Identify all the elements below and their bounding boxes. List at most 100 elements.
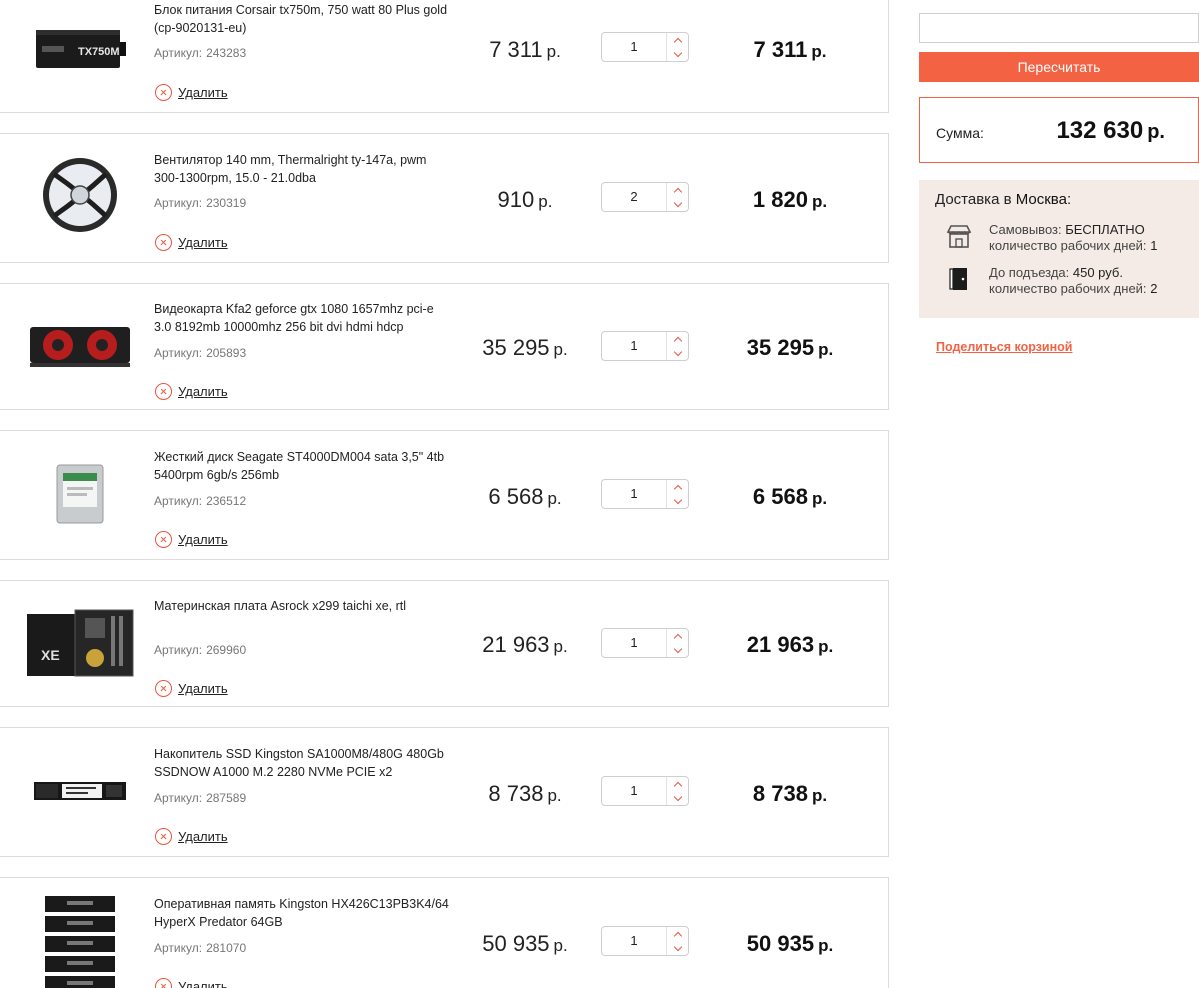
quantity-stepper[interactable]: 1 bbox=[601, 926, 689, 956]
item-total: 8 738 р. bbox=[752, 781, 828, 806]
delete-button[interactable]: Удалить bbox=[155, 84, 228, 101]
chevron-up-icon bbox=[673, 37, 683, 46]
cart-item: Жесткий диск Seagate ST4000DM004 sata 3,… bbox=[0, 430, 889, 560]
cart-item: Накопитель SSD Kingston SA1000M8/480G 48… bbox=[0, 727, 889, 857]
item-name[interactable]: Блок питания Corsair tx750m, 750 watt 80… bbox=[154, 1, 454, 37]
quantity-decrease-button[interactable] bbox=[667, 47, 689, 61]
svg-text:XE: XE bbox=[41, 647, 60, 663]
item-price: 35 295 р. bbox=[482, 335, 568, 360]
delete-label: Удалить bbox=[178, 681, 228, 696]
delete-icon bbox=[155, 84, 172, 101]
item-total: 1 820 р. bbox=[752, 187, 828, 212]
chevron-up-icon bbox=[673, 336, 683, 345]
delete-label: Удалить bbox=[178, 384, 228, 399]
cart-item: Видеокарта Kfa2 geforce gtx 1080 1657mhz… bbox=[0, 283, 889, 410]
item-price: 6 568 р. bbox=[488, 484, 562, 509]
ram-image[interactable] bbox=[20, 892, 140, 988]
delete-button[interactable]: Удалить bbox=[155, 828, 228, 845]
delivery-city[interactable]: Москва bbox=[1016, 191, 1067, 208]
delete-icon bbox=[155, 828, 172, 845]
quantity-increase-button[interactable] bbox=[667, 629, 689, 643]
delete-icon bbox=[155, 383, 172, 400]
quantity-stepper[interactable]: 1 bbox=[601, 32, 689, 62]
quantity-input[interactable]: 1 bbox=[602, 332, 666, 360]
quantity-increase-button[interactable] bbox=[667, 332, 689, 346]
quantity-input[interactable]: 1 bbox=[602, 777, 666, 805]
chevron-down-icon bbox=[673, 644, 683, 653]
sum-label: Сумма: bbox=[936, 125, 984, 141]
quantity-input[interactable]: 1 bbox=[602, 480, 666, 508]
quantity-stepper[interactable]: 1 bbox=[601, 331, 689, 361]
item-price: 7 311 р. bbox=[489, 37, 561, 62]
quantity-decrease-button[interactable] bbox=[667, 197, 689, 211]
quantity-decrease-button[interactable] bbox=[667, 941, 689, 955]
hard-drive-image[interactable] bbox=[20, 449, 140, 539]
chevron-down-icon bbox=[673, 792, 683, 801]
quantity-input[interactable]: 1 bbox=[602, 927, 666, 955]
share-cart-link[interactable]: Поделиться корзиной bbox=[936, 340, 1072, 354]
quantity-increase-button[interactable] bbox=[667, 927, 689, 941]
quantity-input[interactable]: 1 bbox=[602, 33, 666, 61]
quantity-decrease-button[interactable] bbox=[667, 346, 689, 360]
quantity-stepper[interactable]: 1 bbox=[601, 628, 689, 658]
quantity-increase-button[interactable] bbox=[667, 183, 689, 197]
fan-image[interactable] bbox=[20, 150, 140, 240]
item-total: 21 963 р. bbox=[746, 632, 834, 657]
item-name[interactable]: Материнская плата Asrock x299 taichi xe,… bbox=[154, 597, 454, 615]
item-price: 21 963 р. bbox=[482, 632, 568, 657]
quantity-decrease-button[interactable] bbox=[667, 494, 689, 508]
delete-icon bbox=[155, 234, 172, 251]
quantity-input[interactable]: 2 bbox=[602, 183, 666, 211]
delete-label: Удалить bbox=[178, 235, 228, 250]
cart-page: TX750M Блок питания Corsair tx750m, 750 … bbox=[0, 0, 1199, 988]
promo-code-input[interactable] bbox=[919, 13, 1199, 43]
delete-label: Удалить bbox=[178, 85, 228, 100]
store-icon bbox=[946, 225, 972, 248]
item-name[interactable]: Оперативная память Kingston HX426C13PB3K… bbox=[154, 895, 454, 931]
item-name[interactable]: Жесткий диск Seagate ST4000DM004 sata 3,… bbox=[154, 448, 454, 484]
ssd-image[interactable] bbox=[20, 746, 140, 836]
item-sku: Артикул: 281070 bbox=[154, 941, 247, 955]
quantity-increase-button[interactable] bbox=[667, 33, 689, 47]
chevron-up-icon bbox=[673, 484, 683, 493]
quantity-input[interactable]: 1 bbox=[602, 629, 666, 657]
quantity-decrease-button[interactable] bbox=[667, 791, 689, 805]
cart-item: Вентилятор 140 mm, Thermalright ty-147a,… bbox=[0, 133, 889, 263]
item-total: 7 311 р. bbox=[753, 37, 827, 62]
delete-button[interactable]: Удалить bbox=[155, 978, 228, 988]
sum-value: 132 630 р. bbox=[1056, 117, 1165, 144]
delete-button[interactable]: Удалить bbox=[155, 531, 228, 548]
quantity-decrease-button[interactable] bbox=[667, 643, 689, 657]
item-name[interactable]: Накопитель SSD Kingston SA1000M8/480G 48… bbox=[154, 745, 454, 781]
quantity-increase-button[interactable] bbox=[667, 480, 689, 494]
quantity-stepper[interactable]: 2 bbox=[601, 182, 689, 212]
recalculate-button[interactable]: Пересчитать bbox=[919, 52, 1199, 82]
motherboard-image[interactable]: XE bbox=[20, 598, 140, 688]
delete-label: Удалить bbox=[178, 532, 228, 547]
cart-item: XE Материнская плата Asrock x299 taichi … bbox=[0, 580, 889, 707]
chevron-up-icon bbox=[673, 931, 683, 940]
graphics-card-image[interactable] bbox=[20, 300, 140, 390]
item-total: 50 935 р. bbox=[746, 931, 834, 956]
chevron-down-icon bbox=[673, 347, 683, 356]
item-sku: Артикул: 230319 bbox=[154, 196, 247, 210]
item-name[interactable]: Видеокарта Kfa2 geforce gtx 1080 1657mhz… bbox=[154, 300, 454, 336]
item-name[interactable]: Вентилятор 140 mm, Thermalright ty-147a,… bbox=[154, 151, 454, 187]
delete-icon bbox=[155, 531, 172, 548]
item-price: 910 р. bbox=[497, 187, 553, 212]
chevron-down-icon bbox=[673, 198, 683, 207]
delete-button[interactable]: Удалить bbox=[155, 383, 228, 400]
delete-button[interactable]: Удалить bbox=[155, 680, 228, 697]
item-sku: Артикул: 243283 bbox=[154, 46, 247, 60]
delete-icon bbox=[155, 978, 172, 988]
delete-button[interactable]: Удалить bbox=[155, 234, 228, 251]
chevron-up-icon bbox=[673, 633, 683, 642]
quantity-increase-button[interactable] bbox=[667, 777, 689, 791]
power-supply-image[interactable]: TX750M bbox=[20, 4, 140, 94]
quantity-stepper[interactable]: 1 bbox=[601, 479, 689, 509]
item-price: 8 738 р. bbox=[488, 781, 562, 806]
item-sku: Артикул: 269960 bbox=[154, 643, 247, 657]
pickup-text: Самовывоз: БЕСПЛАТНО количество рабочих … bbox=[989, 222, 1158, 253]
delete-label: Удалить bbox=[178, 829, 228, 844]
quantity-stepper[interactable]: 1 bbox=[601, 776, 689, 806]
